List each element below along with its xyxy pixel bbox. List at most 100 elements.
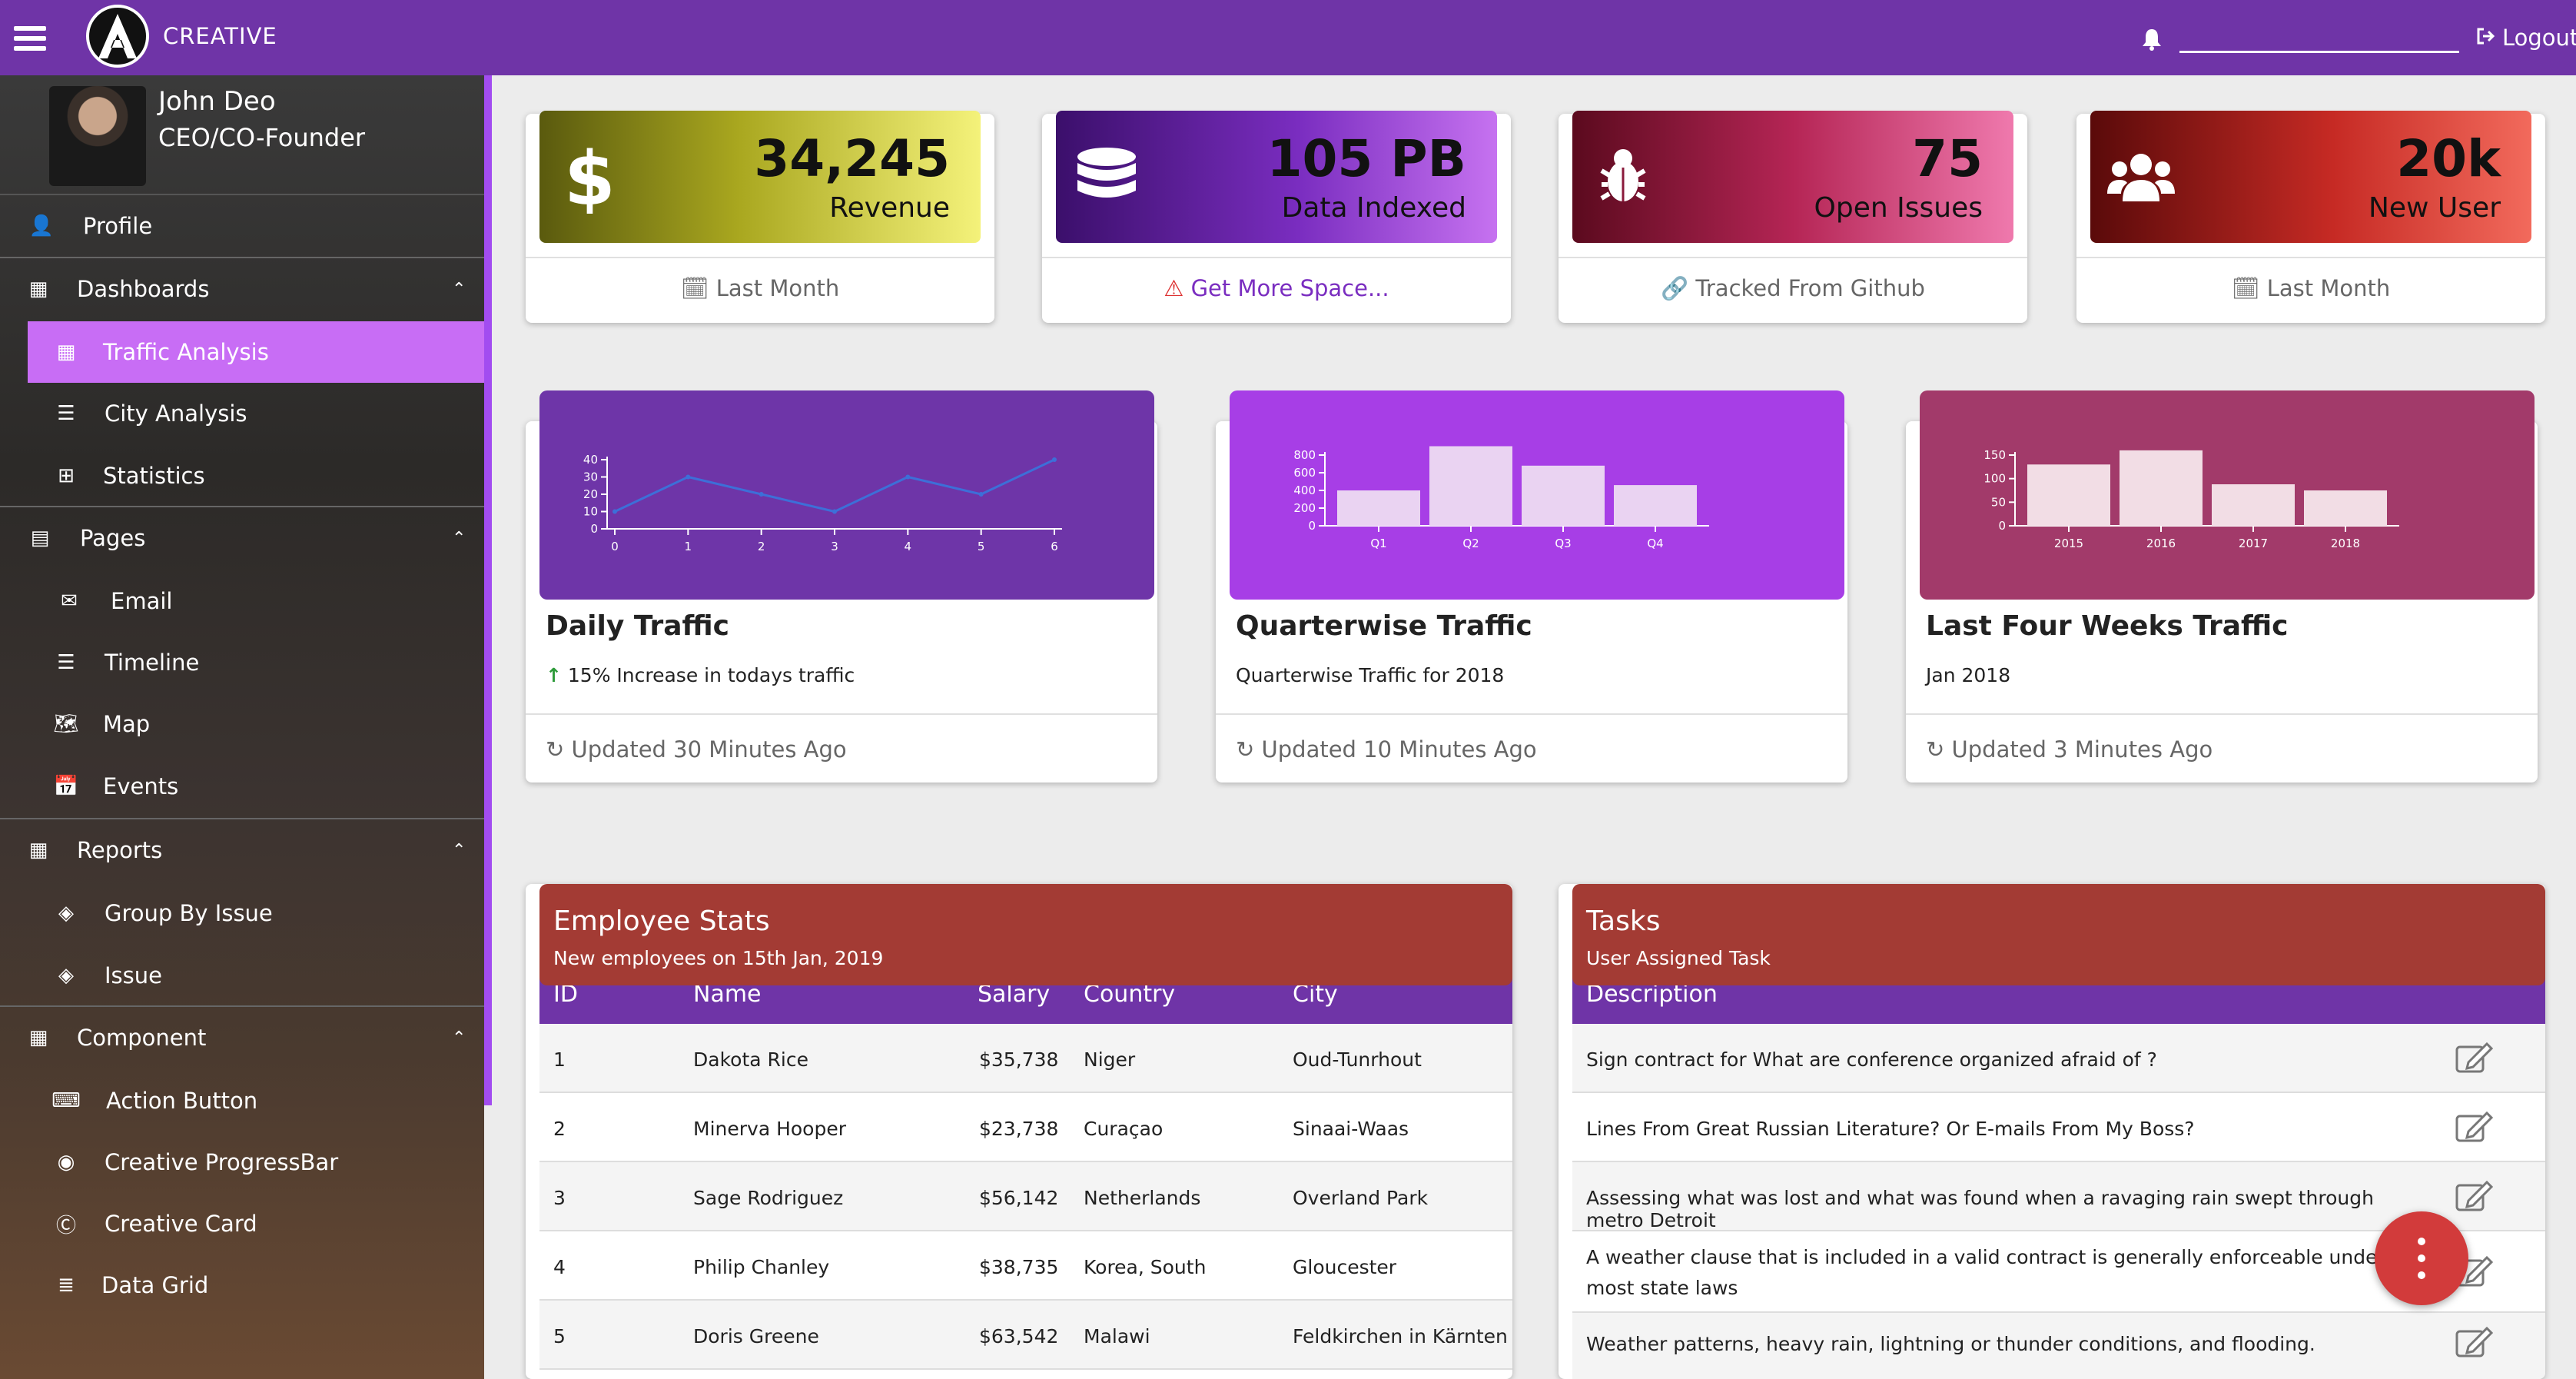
- stat-value: 20k: [2396, 129, 2501, 188]
- task-row[interactable]: Weather patterns, heavy rain, lightning …: [1572, 1313, 2545, 1379]
- envelope-icon: ✉: [61, 590, 78, 613]
- dot: [2418, 1254, 2425, 1262]
- sidebar-group-dashboards[interactable]: ▦ Dashboards ⌃: [0, 258, 484, 320]
- sidebar-item-label: Reports: [77, 837, 163, 863]
- x-tick-label: 4: [905, 540, 912, 553]
- sidebar-item-creative-progressbar[interactable]: ◉ Creative ProgressBar: [0, 1131, 484, 1193]
- dashboard-icon: ▦: [56, 341, 76, 364]
- logout-button[interactable]: Logout: [2476, 25, 2576, 51]
- sidebar-item-city-analysis[interactable]: ☰ City Analysis: [0, 383, 484, 444]
- chevron-up-icon: ⌃: [452, 1028, 466, 1048]
- sidebar-item-statistics[interactable]: ⊞ Statistics: [0, 444, 484, 507]
- stat-card-revenue: $ 34,245 Revenue 🗓 Last Month: [526, 111, 994, 323]
- cell-country: Niger: [1084, 1048, 1136, 1071]
- tag-icon: ◈: [58, 902, 74, 925]
- sidebar-item-label: Issue: [105, 962, 162, 989]
- refresh-icon: ↻: [1926, 736, 1952, 763]
- cell-country: Malawi: [1084, 1325, 1150, 1347]
- cell-name: Sage Rodriguez: [693, 1187, 844, 1209]
- card-updated: ↻ Updated 30 Minutes Ago: [546, 736, 847, 763]
- edit-icon[interactable]: [2455, 1179, 2494, 1218]
- warning-icon: ⚠: [1164, 275, 1191, 301]
- table-row[interactable]: 4 Philip Chanley $38,735 Korea, South Gl…: [539, 1231, 1512, 1301]
- data-point: [685, 474, 691, 480]
- stat-footer: 🗓 Last Month: [2076, 275, 2545, 302]
- y-tick-label: 0: [1308, 519, 1316, 533]
- sidebar-item-timeline[interactable]: ☰ Timeline: [0, 632, 484, 693]
- sidebar-item-group-by-issue[interactable]: ◈ Group By Issue: [0, 882, 484, 944]
- series-line: [614, 458, 1055, 513]
- table-row[interactable]: 1 Dakota Rice $35,738 Niger Oud-Tunrhout: [539, 1024, 1512, 1093]
- table-row[interactable]: 5 Doris Greene $63,542 Malawi Feldkirche…: [539, 1301, 1512, 1370]
- stat-label: New User: [2368, 192, 2501, 224]
- cell-city: Feldkirchen in Kärnten: [1293, 1325, 1508, 1347]
- sidebar-item-label: Dashboards: [77, 276, 210, 302]
- users-icon: [2104, 140, 2178, 214]
- bar-chart: 0 50 100 150 2015 2016 2017 2018: [1983, 448, 2399, 550]
- x-tick-label: 2015: [2054, 537, 2083, 550]
- data-point: [612, 509, 617, 514]
- stat-value: 105 PB: [1266, 129, 1466, 188]
- card-desc: Jan 2018: [1926, 664, 2011, 686]
- edit-icon[interactable]: [2455, 1041, 2494, 1079]
- table-icon: ⊞: [58, 464, 75, 487]
- keyboard-icon: ⌨: [51, 1089, 81, 1112]
- grid-icon: ▦: [28, 1026, 48, 1049]
- sidebar-item-map[interactable]: 🗺 Map: [0, 693, 484, 755]
- sidebar-item-events[interactable]: 📅 Events: [0, 755, 484, 818]
- sidebar-item-data-grid[interactable]: ≣ Data Grid: [0, 1254, 484, 1316]
- sidebar-item-label: Map: [103, 711, 151, 737]
- sidebar-item-issue[interactable]: ◈ Issue: [0, 944, 484, 1007]
- employee-stats-card: ID Name Salary Country City Employee Sta…: [526, 884, 1512, 1379]
- cell-city: Overland Park: [1293, 1187, 1429, 1209]
- edit-icon[interactable]: [2455, 1110, 2494, 1148]
- chart-card-last-four-weeks: 0 50 100 150 2015 2016 2017 2018 Last Four Week…: [1906, 390, 2538, 783]
- sidebar-item-creative-card[interactable]: Ⓒ Creative Card: [0, 1193, 484, 1254]
- sidebar-scrollbar[interactable]: [484, 75, 492, 1105]
- data-point: [759, 492, 764, 497]
- dollar-icon: $: [553, 136, 627, 222]
- cell-id: 5: [553, 1325, 566, 1347]
- stat-footer-text: Last Month: [2266, 275, 2391, 301]
- cell-name: Doris Greene: [693, 1325, 819, 1347]
- search-input[interactable]: [2179, 51, 2459, 53]
- task-description: Weather patterns, heavy rain, lightning …: [1586, 1333, 2315, 1355]
- sidebar-item-email[interactable]: ✉ Email: [0, 570, 484, 632]
- cell-name: Philip Chanley: [693, 1256, 830, 1278]
- sidebar-group-pages[interactable]: ▤ Pages ⌃: [0, 507, 484, 569]
- sidebar-group-reports[interactable]: ▦ Reports ⌃: [0, 819, 484, 881]
- cell-salary: $35,738: [979, 1048, 1059, 1071]
- grid-icon: ▦: [28, 277, 48, 301]
- bell-icon[interactable]: [2141, 28, 2163, 54]
- x-tick-label: 1: [685, 540, 692, 553]
- sidebar-group-component[interactable]: ▦ Component ⌃: [0, 1007, 484, 1068]
- sidebar-item-label: Events: [103, 773, 179, 799]
- edit-icon[interactable]: [2455, 1325, 2494, 1364]
- get-more-space-link[interactable]: ⚠ Get More Space...: [1042, 275, 1511, 301]
- sidebar: John Deo CEO/CO-Founder 👤 Profile ▦ Dash…: [0, 75, 484, 1379]
- cell-city: Sinaai-Waas: [1293, 1118, 1409, 1140]
- cell-name: Dakota Rice: [693, 1048, 808, 1071]
- link-icon: 🔗: [1661, 275, 1696, 301]
- y-tick-label: 0: [1998, 519, 2006, 533]
- cc-icon: Ⓒ: [55, 1214, 76, 1238]
- more-actions-button[interactable]: [2375, 1211, 2468, 1305]
- card-title: Daily Traffic: [546, 610, 729, 642]
- task-row[interactable]: Sign contract for What are conference or…: [1572, 1024, 2545, 1093]
- sidebar-item-action-button[interactable]: ⌨ Action Button: [0, 1070, 484, 1131]
- calendar-icon: 🗓: [2231, 275, 2267, 301]
- sidebar-item-profile[interactable]: 👤 Profile: [0, 195, 484, 257]
- bar: [1522, 465, 1605, 526]
- calendar-icon: 📅: [53, 775, 79, 798]
- task-row[interactable]: Lines From Great Russian Literature? Or …: [1572, 1093, 2545, 1162]
- table-row[interactable]: 2 Minerva Hooper $23,738 Curaçao Sinaai-…: [539, 1093, 1512, 1162]
- sidebar-item-label: Timeline: [105, 650, 200, 676]
- card-updated-text: Updated 3 Minutes Ago: [1951, 736, 2213, 763]
- card-title: Last Four Weeks Traffic: [1926, 610, 2289, 642]
- table-row[interactable]: 3 Sage Rodriguez $56,142 Netherlands Ove…: [539, 1162, 1512, 1231]
- sidebar-item-traffic-analysis[interactable]: ▦ Traffic Analysis: [28, 321, 484, 383]
- table-title: Employee Stats: [553, 905, 770, 937]
- sidebar-item-label: Group By Issue: [105, 900, 273, 926]
- menu-icon[interactable]: [14, 26, 46, 52]
- y-tick-label: 800: [1293, 448, 1316, 462]
